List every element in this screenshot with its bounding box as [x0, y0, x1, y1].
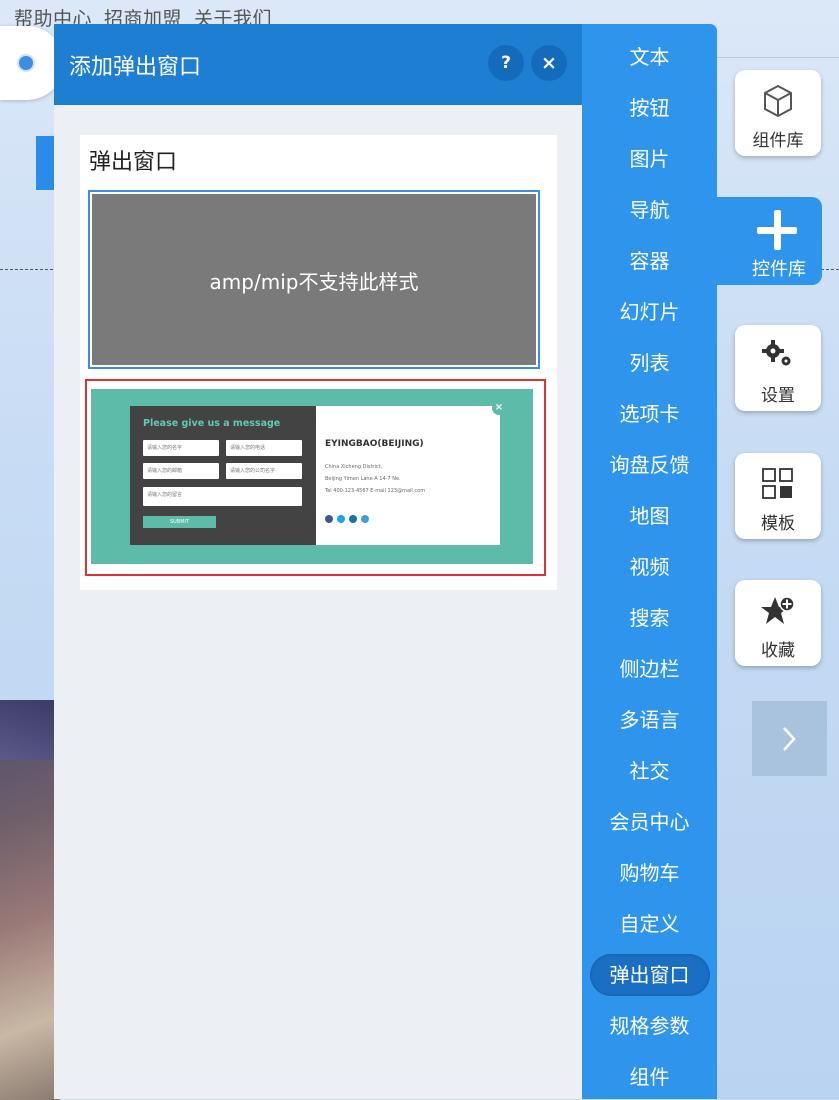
preview-address-line: Beijing Yimen Lane A 14-7 Ne.	[325, 476, 401, 482]
page-blue-block	[36, 136, 56, 190]
category-item[interactable]: 图片	[582, 136, 717, 182]
dialog-title: 添加弹出窗口	[69, 55, 202, 80]
widget-library-label: 控件库	[752, 259, 806, 280]
add-popup-dialog: 添加弹出窗口 ? × 弹出窗口 amp/mip不支持此样式 Please giv…	[54, 24, 582, 1099]
handle-dot-icon	[17, 54, 35, 72]
preview-field: 请输入您的公司名字	[226, 463, 302, 479]
preview-company: EYINGBAO(BEIJING)	[325, 439, 424, 449]
gears-icon	[735, 339, 821, 373]
category-label: 规格参数	[609, 1014, 690, 1038]
templates-button[interactable]: 模板	[735, 453, 821, 539]
category-label: 侧边栏	[619, 657, 680, 681]
category-item[interactable]: 地图	[582, 493, 717, 539]
preview-social-icons	[325, 508, 373, 523]
preview-form-panel: Please give us a message 请输入您的名字 请输入您的电话…	[130, 406, 316, 545]
help-button[interactable]: ?	[488, 45, 524, 81]
category-item[interactable]: 幻灯片	[582, 289, 717, 335]
linkedin-icon	[349, 515, 357, 523]
category-label: 导航	[629, 198, 670, 222]
favorites-button[interactable]: 收藏	[735, 580, 821, 666]
category-label: 选项卡	[619, 402, 680, 426]
preview-submit: SUBMIT	[143, 516, 216, 528]
expand-panel-button[interactable]	[752, 701, 827, 776]
category-label: 地图	[629, 504, 670, 528]
category-item[interactable]: 自定义	[582, 901, 717, 947]
category-item[interactable]: 购物车	[582, 850, 717, 896]
cube-icon	[735, 84, 821, 122]
category-label: 按钮	[629, 96, 670, 120]
facebook-icon	[325, 515, 333, 523]
category-item[interactable]: 弹出窗口	[582, 952, 717, 998]
preview-field: 请输入您的邮箱	[143, 463, 219, 479]
grid-icon	[735, 467, 821, 505]
close-button[interactable]: ×	[531, 45, 567, 81]
star-plus-icon	[735, 594, 821, 632]
templates-label: 模板	[761, 514, 795, 534]
category-label: 文本	[629, 45, 670, 69]
settings-button[interactable]: 设置	[735, 325, 821, 411]
widget-category-list: 文本按钮图片导航容器幻灯片列表选项卡询盘反馈地图视频搜索侧边栏多语言社交会员中心…	[582, 24, 717, 1099]
category-label: 列表	[629, 351, 670, 375]
category-item[interactable]: 容器	[582, 238, 717, 284]
twitter-icon	[337, 515, 345, 523]
category-label: 询盘反馈	[609, 453, 690, 477]
category-item[interactable]: 文本	[582, 34, 717, 80]
category-label: 多语言	[619, 708, 680, 732]
category-item[interactable]: 选项卡	[582, 391, 717, 437]
category-label: 自定义	[619, 912, 680, 936]
category-label: 社交	[629, 759, 670, 783]
component-library-label: 组件库	[752, 131, 804, 151]
preview-heading: Please give us a message	[143, 418, 281, 429]
category-item[interactable]: 搜索	[582, 595, 717, 641]
category-label: 幻灯片	[619, 300, 680, 324]
category-label: 购物车	[619, 861, 680, 885]
category-label: 容器	[629, 249, 670, 273]
category-item[interactable]: 组件	[582, 1054, 717, 1100]
preview-field: 请输入您的名字	[143, 440, 219, 456]
favorites-label: 收藏	[761, 641, 795, 661]
dialog-header: 添加弹出窗口 ? ×	[54, 24, 582, 105]
preview-field: 请输入您的电话	[226, 440, 302, 456]
category-item[interactable]: 列表	[582, 340, 717, 386]
category-item[interactable]: 按钮	[582, 85, 717, 131]
card-title: 弹出窗口	[89, 150, 178, 175]
unsupported-message: amp/mip不支持此样式	[209, 270, 419, 294]
preview-contact-panel: EYINGBAO(BEIJING) China Xicheng District…	[316, 406, 500, 545]
preview-address-line: China Xicheng District,	[325, 464, 383, 470]
style-preview-placeholder: amp/mip不支持此样式	[92, 194, 536, 365]
category-item[interactable]: 会员中心	[582, 799, 717, 845]
category-label: 组件	[629, 1065, 670, 1089]
component-library-button[interactable]: 组件库	[735, 70, 821, 156]
category-item[interactable]: 视频	[582, 544, 717, 590]
skype-icon	[361, 515, 369, 523]
preview-field: 请输入您的留言	[143, 487, 302, 506]
background-photo	[0, 700, 60, 1100]
preview-contact-line: Tel 400-123-4567 E-mail 123@mail.com	[325, 488, 426, 494]
category-label: 弹出窗口	[589, 954, 710, 996]
category-label: 视频	[629, 555, 670, 579]
category-label: 图片	[629, 147, 670, 171]
widget-library-button[interactable]: 控件库	[716, 197, 822, 285]
popup-style-option-1[interactable]: amp/mip不支持此样式	[88, 190, 540, 369]
category-item[interactable]: 导航	[582, 187, 717, 233]
category-item[interactable]: 多语言	[582, 697, 717, 743]
popup-style-option-2[interactable]: Please give us a message 请输入您的名字 请输入您的电话…	[85, 379, 546, 576]
settings-label: 设置	[761, 386, 795, 406]
category-item[interactable]: 侧边栏	[582, 646, 717, 692]
category-item[interactable]: 规格参数	[582, 1003, 717, 1049]
popup-style-card: 弹出窗口 amp/mip不支持此样式 Please give us a mess…	[80, 135, 557, 590]
category-label: 会员中心	[609, 810, 690, 834]
category-item[interactable]: 询盘反馈	[582, 442, 717, 488]
style-preview-thumbnail: Please give us a message 请输入您的名字 请输入您的电话…	[91, 389, 533, 564]
preview-close-icon: ×	[492, 401, 506, 415]
chevron-right-icon	[783, 727, 796, 751]
category-item[interactable]: 社交	[582, 748, 717, 794]
category-label: 搜索	[629, 606, 670, 630]
